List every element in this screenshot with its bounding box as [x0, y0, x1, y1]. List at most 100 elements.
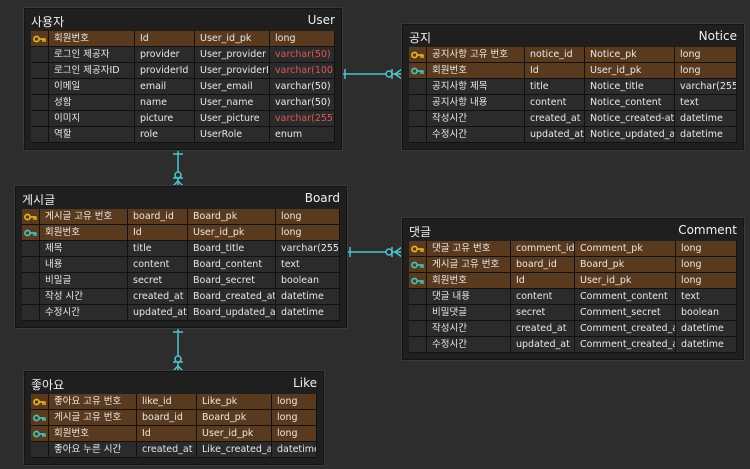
primary-key-icon: [33, 35, 46, 42]
table-row[interactable]: 이메일 email User_email varchar(50): [31, 79, 335, 95]
key-cell: [31, 79, 49, 95]
table-row[interactable]: 공지사항 제목 title Notice_title varchar(255): [409, 79, 737, 95]
entity-notice[interactable]: 공지 Notice 공지사항 고유 번호 notice_id Notice_pk long…: [402, 24, 744, 150]
key-cell: [409, 273, 427, 289]
table-row[interactable]: 댓글 고유 번호 comment_id Comment_pk long: [409, 241, 737, 257]
table-row[interactable]: 제목 title Board_title varchar(255): [22, 241, 340, 257]
column-domain: User_id_pk: [585, 63, 675, 79]
table-row[interactable]: 댓글 내용 content Comment_content text: [409, 289, 737, 305]
column-logical-name: 공지사항 고유 번호: [427, 47, 525, 63]
entity-like[interactable]: 좋아요 Like 좋아요 고유 번호 like_id Like_pk long 게시글 고유…: [24, 371, 324, 465]
entity-header: 사용자 User: [25, 9, 341, 31]
table-row[interactable]: 수정시간 updated_at Board_updated_at datetime: [22, 305, 340, 321]
table-row[interactable]: 작성시간 created_at Comment_created_at datetime: [409, 321, 737, 337]
table-row[interactable]: 비밀글 secret Board_secret boolean: [22, 273, 340, 289]
relation-user-notice: [342, 68, 403, 80]
column-type: datetime: [276, 305, 340, 321]
column-physical-name: Id: [511, 273, 575, 289]
key-cell: [22, 225, 40, 241]
table-row[interactable]: 게시글 고유 번호 board_id Board_pk long: [31, 410, 317, 426]
table-row[interactable]: 회원번호 Id User_id_pk long: [31, 31, 335, 47]
column-type: text: [675, 95, 737, 111]
column-logical-name: 작성시간: [427, 111, 525, 127]
column-type: datetime: [276, 289, 340, 305]
column-logical-name: 댓글 고유 번호: [427, 241, 511, 257]
column-physical-name: updated_at: [525, 127, 585, 143]
column-domain: Board_pk: [197, 410, 272, 426]
key-cell: [409, 289, 427, 305]
entity-header: 댓글 Comment: [403, 219, 743, 241]
table-row[interactable]: 좋아요 고유 번호 like_id Like_pk long: [31, 394, 317, 410]
entity-rows: 댓글 고유 번호 comment_id Comment_pk long 게시글 고유 번…: [403, 241, 743, 359]
table-row[interactable]: 작성 시간 created_at Board_created_at datetime: [22, 289, 340, 305]
entity-rows: 게시글 고유 번호 board_id Board_pk long 회원번호 Id User_…: [16, 209, 346, 327]
column-logical-name: 공지사항 제목: [427, 79, 525, 95]
column-physical-name: updated_at: [128, 305, 188, 321]
entity-title: 사용자: [31, 15, 65, 29]
table-row[interactable]: 역할 role UserRole enum: [31, 127, 335, 143]
table-row[interactable]: 로그인 제공자 provider User_provider varchar(50): [31, 47, 335, 63]
column-type: enum: [270, 127, 335, 143]
table-row[interactable]: 이미지 picture User_picture varchar(255): [31, 111, 335, 127]
table-row[interactable]: 공지사항 내용 content Notice_content text: [409, 95, 737, 111]
key-cell: [31, 95, 49, 111]
column-type: long: [675, 47, 737, 63]
table-row[interactable]: 회원번호 Id User_id_pk long: [22, 225, 340, 241]
column-logical-name: 회원번호: [49, 31, 135, 47]
column-physical-name: providerId: [135, 63, 195, 79]
column-type: datetime: [676, 321, 737, 337]
table-row[interactable]: 수정시간 updated_at Comment_created_at datetime: [409, 337, 737, 353]
column-physical-name: secret: [511, 305, 575, 321]
table-row[interactable]: 내용 content Board_content text: [22, 257, 340, 273]
foreign-key-icon: [411, 67, 424, 74]
table-row[interactable]: 회원번호 Id User_id_pk long: [31, 426, 317, 442]
table-row[interactable]: 공지사항 고유 번호 notice_id Notice_pk long: [409, 47, 737, 63]
column-physical-name: content: [525, 95, 585, 111]
column-type: datetime: [675, 127, 737, 143]
foreign-key-icon: [411, 261, 424, 268]
foreign-key-icon: [411, 277, 424, 284]
column-domain: Comment_pk: [575, 241, 676, 257]
table-row[interactable]: 비밀댓글 secret Comment_secret boolean: [409, 305, 737, 321]
key-cell: [22, 273, 40, 289]
column-domain: User_email: [195, 79, 270, 95]
column-physical-name: Id: [525, 63, 585, 79]
key-cell: [22, 209, 40, 225]
table-row[interactable]: 게시글 고유 번호 board_id Board_pk long: [409, 257, 737, 273]
table-row[interactable]: 수정시간 updated_at Notice_updated_at datetime: [409, 127, 737, 143]
table-row[interactable]: 로그인 제공자ID providerId User_providerId varcha…: [31, 63, 335, 79]
column-logical-name: 회원번호: [49, 426, 137, 442]
column-domain: Board_pk: [575, 257, 676, 273]
column-type: long: [276, 209, 340, 225]
column-logical-name: 이미지: [49, 111, 135, 127]
column-logical-name: 게시글 고유 번호: [49, 410, 137, 426]
column-type: long: [276, 225, 340, 241]
key-cell: [409, 337, 427, 353]
entity-board[interactable]: 게시글 Board 게시글 고유 번호 board_id Board_pk long 회원번…: [15, 186, 347, 328]
table-row[interactable]: 작성시간 created_at Notice_created-at datetime: [409, 111, 737, 127]
column-type: varchar(100): [270, 63, 335, 79]
column-domain: Comment_secret: [575, 305, 676, 321]
column-logical-name: 내용: [40, 257, 128, 273]
column-physical-name: board_id: [128, 209, 188, 225]
column-physical-name: created_at: [511, 321, 575, 337]
column-logical-name: 회원번호: [427, 63, 525, 79]
table-row[interactable]: 좋아요 누른 시간 created_at Like_created_at dateti…: [31, 442, 317, 458]
column-domain: Board_content: [188, 257, 276, 273]
table-row[interactable]: 회원번호 Id User_id_pk long: [409, 273, 737, 289]
key-cell: [31, 111, 49, 127]
column-domain: Board_created_at: [188, 289, 276, 305]
entity-table-name: Notice: [698, 29, 737, 43]
table-row[interactable]: 성함 name User_name varchar(50): [31, 95, 335, 111]
column-logical-name: 회원번호: [427, 273, 511, 289]
table-row[interactable]: 회원번호 Id User_id_pk long: [409, 63, 737, 79]
table-row[interactable]: 게시글 고유 번호 board_id Board_pk long: [22, 209, 340, 225]
entity-comment[interactable]: 댓글 Comment 댓글 고유 번호 comment_id Comment_pk lon…: [402, 218, 744, 360]
column-logical-name: 역할: [49, 127, 135, 143]
column-type: datetime: [676, 337, 737, 353]
entity-user[interactable]: 사용자 User 회원번호 Id User_id_pk long 로그인 제공자 provid…: [24, 8, 342, 150]
column-physical-name: provider: [135, 47, 195, 63]
foreign-key-icon: [24, 229, 37, 236]
primary-key-icon: [411, 245, 424, 252]
column-domain: User_name: [195, 95, 270, 111]
